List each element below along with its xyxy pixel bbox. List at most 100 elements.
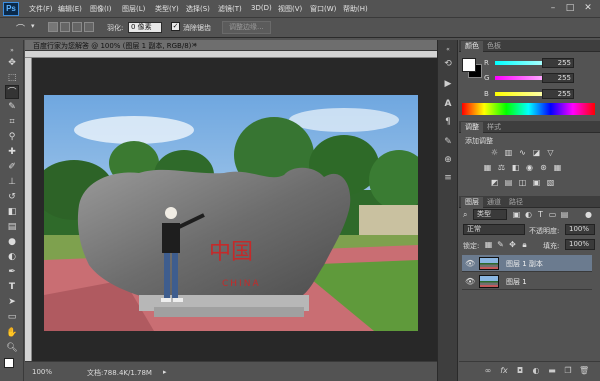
- posterize-icon[interactable]: ▤: [503, 177, 514, 188]
- minimize-icon[interactable]: –: [546, 2, 560, 14]
- zoom-level[interactable]: 100%: [32, 368, 52, 376]
- tab-styles[interactable]: 样式: [483, 122, 505, 133]
- photo-filter-icon[interactable]: ◉: [524, 162, 535, 173]
- black-white-icon[interactable]: ◧: [510, 162, 521, 173]
- brush-preset-icon[interactable]: ✎: [442, 136, 454, 148]
- close-window-icon[interactable]: ✕: [581, 2, 595, 14]
- eyedropper-tool-icon[interactable]: ⚲: [5, 130, 19, 144]
- new-selection-icon[interactable]: [48, 22, 58, 32]
- link-icon[interactable]: ∞: [483, 366, 493, 376]
- color-lookup-icon[interactable]: ▦: [552, 162, 563, 173]
- opacity-input[interactable]: 100%: [565, 224, 595, 235]
- menu-select[interactable]: 选择(S): [186, 4, 210, 14]
- adjustment-icon[interactable]: ◐: [531, 366, 541, 376]
- green-value[interactable]: 255: [542, 73, 574, 83]
- brightness-contrast-icon[interactable]: ☼: [489, 147, 500, 158]
- menu-image[interactable]: 图像(I): [90, 4, 112, 14]
- chevron-down-icon[interactable]: ▾: [31, 22, 35, 30]
- properties-icon[interactable]: ≡: [442, 172, 454, 184]
- blend-mode-select[interactable]: 正常: [463, 224, 525, 235]
- tab-color[interactable]: 颜色: [461, 41, 483, 52]
- filter-toggle-icon[interactable]: ●: [583, 209, 594, 220]
- filter-pixel-icon[interactable]: ▣: [511, 209, 522, 220]
- clone-source-icon[interactable]: ⊕: [442, 154, 454, 166]
- new-layer-icon[interactable]: ❐: [563, 366, 573, 376]
- layer-row[interactable]: 👁︎ 图层 1 副本: [462, 255, 592, 272]
- lock-transparent-icon[interactable]: ▦: [483, 239, 494, 250]
- clone-stamp-tool-icon[interactable]: ⊥: [5, 175, 19, 189]
- menu-window[interactable]: 窗口(W): [310, 4, 336, 14]
- fill-input[interactable]: 100%: [565, 239, 595, 250]
- blur-tool-icon[interactable]: ●: [5, 235, 19, 249]
- visibility-eye-icon[interactable]: 👁︎: [465, 277, 475, 286]
- refine-edge-button[interactable]: 调整边缘...: [222, 21, 271, 34]
- menu-edit[interactable]: 编辑(E): [58, 4, 82, 14]
- gradient-map-icon[interactable]: ▧: [545, 177, 556, 188]
- layer-name[interactable]: 图层 1: [506, 277, 527, 287]
- color-panel-foreground[interactable]: [462, 58, 476, 72]
- tab-swatches[interactable]: 色板: [483, 41, 505, 52]
- threshold-icon[interactable]: ◫: [517, 177, 528, 188]
- status-arrow-icon[interactable]: ▸: [163, 368, 167, 376]
- history-icon[interactable]: ⟲: [442, 58, 454, 70]
- rectangle-tool-icon[interactable]: ▭: [5, 310, 19, 324]
- fx-icon[interactable]: fx: [499, 366, 509, 376]
- color-spectrum[interactable]: [462, 103, 595, 115]
- layer-filter-select[interactable]: 类型: [473, 209, 507, 220]
- menu-layer[interactable]: 图层(L): [122, 4, 145, 14]
- eraser-tool-icon[interactable]: ◧: [5, 205, 19, 219]
- foreground-color-swatch[interactable]: [4, 358, 14, 368]
- lock-image-icon[interactable]: ✎: [495, 239, 506, 250]
- pen-tool-icon[interactable]: ✒: [5, 265, 19, 279]
- filter-adjustment-icon[interactable]: ◐: [523, 209, 534, 220]
- folder-icon[interactable]: ▬: [547, 366, 557, 376]
- visibility-eye-icon[interactable]: 👁︎: [465, 259, 475, 268]
- hand-tool-icon[interactable]: ✋: [5, 326, 19, 340]
- subtract-selection-icon[interactable]: [72, 22, 82, 32]
- intersect-selection-icon[interactable]: [84, 22, 94, 32]
- red-value[interactable]: 255: [542, 58, 574, 68]
- history-brush-tool-icon[interactable]: ↺: [5, 190, 19, 204]
- curves-icon[interactable]: ∿: [517, 147, 528, 158]
- menu-view[interactable]: 视图(V): [278, 4, 302, 14]
- invert-icon[interactable]: ◩: [489, 177, 500, 188]
- lasso-tool-icon[interactable]: ⌒: [5, 85, 19, 99]
- mask-icon[interactable]: ◘: [515, 366, 525, 376]
- tab-adjustments[interactable]: 调整: [461, 122, 483, 133]
- dodge-tool-icon[interactable]: ◐: [5, 250, 19, 264]
- filter-shape-icon[interactable]: ▭: [547, 209, 558, 220]
- zoom-tool-icon[interactable]: 🔍︎: [5, 341, 19, 355]
- color-balance-icon[interactable]: ⚖: [496, 162, 507, 173]
- blue-value[interactable]: 255: [542, 89, 574, 99]
- selective-color-icon[interactable]: ▣: [531, 177, 542, 188]
- quick-select-tool-icon[interactable]: ✎: [5, 100, 19, 114]
- marquee-tool-icon[interactable]: ⬚: [5, 71, 19, 85]
- filter-type-icon[interactable]: T: [535, 209, 546, 220]
- path-selection-tool-icon[interactable]: ➤: [5, 295, 19, 309]
- layer-name[interactable]: 图层 1 副本: [506, 259, 543, 269]
- menu-type[interactable]: 类型(Y): [155, 4, 179, 14]
- menu-3d[interactable]: 3D(D): [251, 4, 272, 12]
- tab-layers[interactable]: 图层: [461, 197, 483, 208]
- hue-saturation-icon[interactable]: ▦: [482, 162, 493, 173]
- gradient-tool-icon[interactable]: ▤: [5, 220, 19, 234]
- menu-filter[interactable]: 滤镜(T): [218, 4, 242, 14]
- tab-channels[interactable]: 通道: [483, 197, 505, 208]
- feather-input[interactable]: 0 像素: [128, 22, 162, 33]
- levels-icon[interactable]: ▥: [503, 147, 514, 158]
- move-tool-icon[interactable]: ✥: [5, 56, 19, 70]
- filter-smart-icon[interactable]: ▤: [559, 209, 570, 220]
- paragraph-icon[interactable]: ¶: [442, 116, 454, 128]
- antialias-checkbox[interactable]: ✓: [171, 22, 180, 31]
- horizontal-ruler[interactable]: [25, 51, 437, 58]
- channel-mixer-icon[interactable]: ⊛: [538, 162, 549, 173]
- tab-paths[interactable]: 路径: [505, 197, 527, 208]
- document-image[interactable]: 中国 CHINA: [44, 95, 418, 331]
- crop-tool-icon[interactable]: ⌗: [5, 115, 19, 129]
- actions-icon[interactable]: ▶: [442, 78, 454, 90]
- brush-tool-icon[interactable]: ✐: [5, 160, 19, 174]
- add-selection-icon[interactable]: [60, 22, 70, 32]
- lock-position-icon[interactable]: ✥: [507, 239, 518, 250]
- healing-brush-tool-icon[interactable]: ✚: [5, 145, 19, 159]
- lasso-tool-preset-icon[interactable]: ⌒: [16, 22, 25, 35]
